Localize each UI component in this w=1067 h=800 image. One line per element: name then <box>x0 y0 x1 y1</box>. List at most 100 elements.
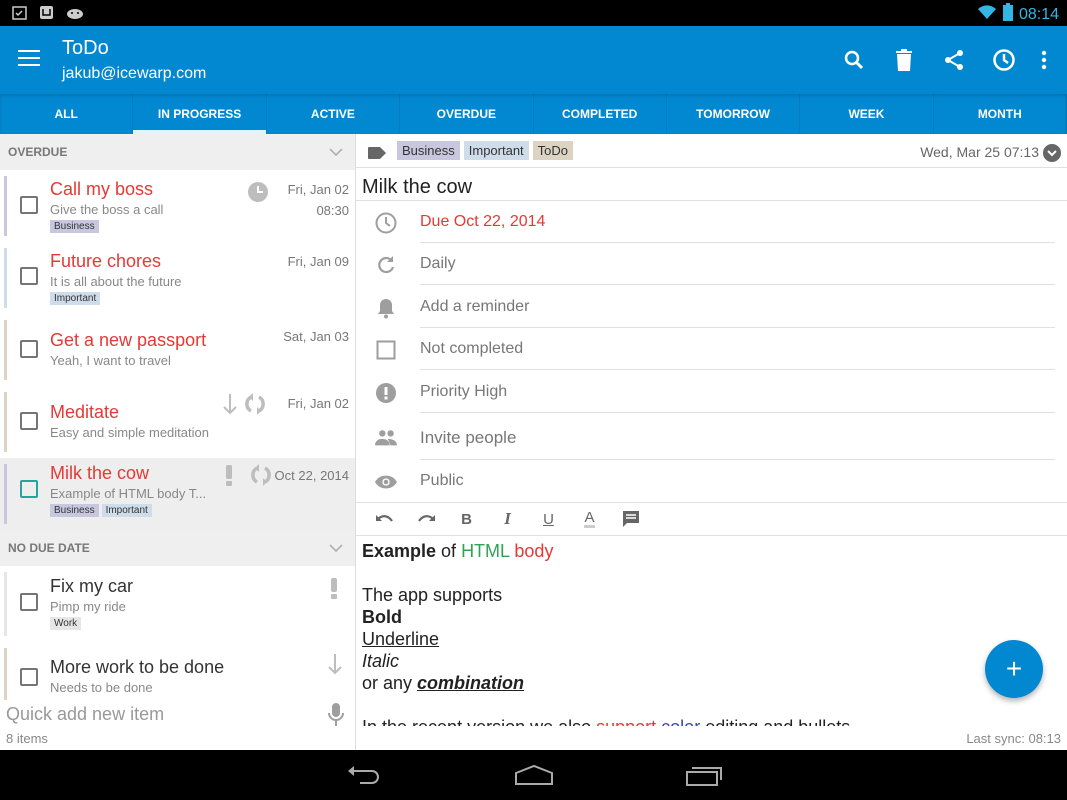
recents-button[interactable] <box>684 763 728 789</box>
invite-row[interactable]: Invite people <box>356 414 1067 460</box>
repeat-icon <box>378 256 395 274</box>
task-due: Fri, Jan 02 08:30 <box>288 181 349 220</box>
chevron-down-icon <box>329 544 343 552</box>
section-overdue[interactable]: OVERDUE <box>0 134 355 170</box>
task-detail: Business Important ToDo Wed, Mar 25 07:1… <box>356 134 1067 750</box>
list-item[interactable]: More work to be done Needs to be done <box>0 642 355 702</box>
section-label: OVERDUE <box>8 145 68 159</box>
tab-week[interactable]: WEEK <box>800 94 934 134</box>
task-checkbox[interactable] <box>20 480 38 498</box>
task-checkbox[interactable] <box>20 340 38 358</box>
plus-icon: + <box>1005 653 1023 684</box>
section-label: NO DUE DATE <box>8 541 90 555</box>
comment-button[interactable] <box>610 504 651 534</box>
list-item[interactable]: Call my boss Give the boss a call Busine… <box>0 170 355 242</box>
task-title: Meditate <box>50 402 120 422</box>
underline-button[interactable]: U <box>528 504 569 534</box>
visibility-row[interactable]: Public <box>356 460 1067 502</box>
task-checkbox[interactable] <box>20 412 38 430</box>
tag-business[interactable]: Business <box>397 141 460 160</box>
label-icon[interactable] <box>368 146 386 164</box>
clock-icon <box>993 49 1015 71</box>
task-title: Future chores <box>50 251 162 271</box>
history-button[interactable] <box>979 44 1029 76</box>
tab-completed[interactable]: COMPLETED <box>534 94 667 134</box>
delete-button[interactable] <box>879 44 929 76</box>
back-button[interactable] <box>344 763 388 789</box>
completion-row[interactable]: Not completed <box>356 328 1067 370</box>
tag-todo[interactable]: ToDo <box>532 141 574 160</box>
reminder-row[interactable]: Add a reminder <box>356 286 1067 328</box>
task-checkbox[interactable] <box>20 267 38 285</box>
body-text-italic: Italic <box>362 651 400 671</box>
list-item[interactable]: Get a new passport Yeah, I want to trave… <box>0 314 355 386</box>
checkbox-icon <box>376 340 396 360</box>
task-checkbox[interactable] <box>20 593 38 611</box>
notification-icon <box>39 5 54 20</box>
tab-in-progress[interactable]: IN PROGRESS <box>133 94 267 134</box>
home-button[interactable] <box>512 763 556 789</box>
tag-important[interactable]: Important <box>463 141 529 160</box>
italic-button[interactable]: I <box>487 504 528 534</box>
tag-business: Business <box>50 220 99 233</box>
tag-work: Work <box>50 617 82 630</box>
tab-overdue[interactable]: OVERDUE <box>400 94 534 134</box>
body-text-underline: Underline <box>362 629 440 649</box>
voice-input-button[interactable] <box>328 702 344 733</box>
tab-all[interactable]: ALL <box>0 94 134 134</box>
calendar-check-icon <box>12 5 27 20</box>
section-no-due-date[interactable]: NO DUE DATE <box>0 530 355 566</box>
body-text-green: HTML <box>461 541 510 561</box>
text-color-button[interactable]: A <box>569 504 610 534</box>
people-icon <box>375 430 397 446</box>
overflow-menu-button[interactable] <box>1029 44 1059 76</box>
clock-icon <box>248 182 268 202</box>
invite-text: Invite people <box>420 428 517 447</box>
body-text-blue: color <box>656 717 700 726</box>
task-description: Give the boss a call <box>50 202 164 217</box>
list-item-selected[interactable]: Milk the cow Example of HTML body T... B… <box>0 458 355 530</box>
list-item[interactable]: Meditate Easy and simple meditation Fri,… <box>0 386 355 458</box>
undo-button[interactable] <box>364 504 405 534</box>
last-sync: Last sync: 08:13 <box>966 731 1061 746</box>
task-description: Yeah, I want to travel <box>50 353 171 368</box>
body-text: Example <box>362 541 437 561</box>
completion-text: Not completed <box>420 340 524 357</box>
color-bar <box>4 392 7 452</box>
task-description: Easy and simple meditation <box>50 425 209 440</box>
priority-row[interactable]: Priority High <box>356 371 1067 413</box>
priority-icon <box>376 383 396 403</box>
undo-icon <box>375 515 393 522</box>
tag-important: Important <box>50 292 101 305</box>
detail-title[interactable]: Milk the cow <box>362 176 472 199</box>
wifi-icon <box>977 4 997 25</box>
tab-month[interactable]: MONTH <box>934 94 1067 134</box>
repeat-icon <box>245 393 265 415</box>
color-bar <box>4 648 7 700</box>
quick-add-input[interactable]: Quick add new item <box>6 704 164 725</box>
html-body-editor[interactable]: Example of HTML body The app supports Bo… <box>362 540 1052 726</box>
search-button[interactable] <box>829 44 879 76</box>
menu-icon[interactable] <box>18 50 40 68</box>
expand-button[interactable] <box>1043 144 1061 167</box>
tab-active[interactable]: ACTIVE <box>267 94 401 134</box>
add-task-button[interactable]: + <box>985 640 1043 698</box>
redo-icon <box>417 515 435 522</box>
tab-tomorrow[interactable]: TOMORROW <box>667 94 801 134</box>
chevron-down-circle-icon <box>1043 144 1061 162</box>
due-date-row[interactable]: Due Oct 22, 2014 <box>356 201 1067 243</box>
task-title: Milk the cow <box>50 463 150 483</box>
body-text-combination: combination <box>417 673 525 693</box>
list-item[interactable]: Future chores It is all about the future… <box>0 242 355 314</box>
share-button[interactable] <box>929 44 979 76</box>
task-checkbox[interactable] <box>20 668 38 686</box>
redo-button[interactable] <box>405 504 446 534</box>
clock-icon <box>375 212 397 234</box>
due-date: Fri, Jan 02 <box>287 182 349 197</box>
task-title: Fix my car <box>50 576 133 596</box>
list-item[interactable]: Fix my car Pimp my ride Work <box>0 566 355 642</box>
repeat-row[interactable]: Daily <box>356 243 1067 285</box>
task-checkbox[interactable] <box>20 196 38 214</box>
back-icon <box>348 766 379 784</box>
bold-button[interactable]: B <box>446 504 487 534</box>
